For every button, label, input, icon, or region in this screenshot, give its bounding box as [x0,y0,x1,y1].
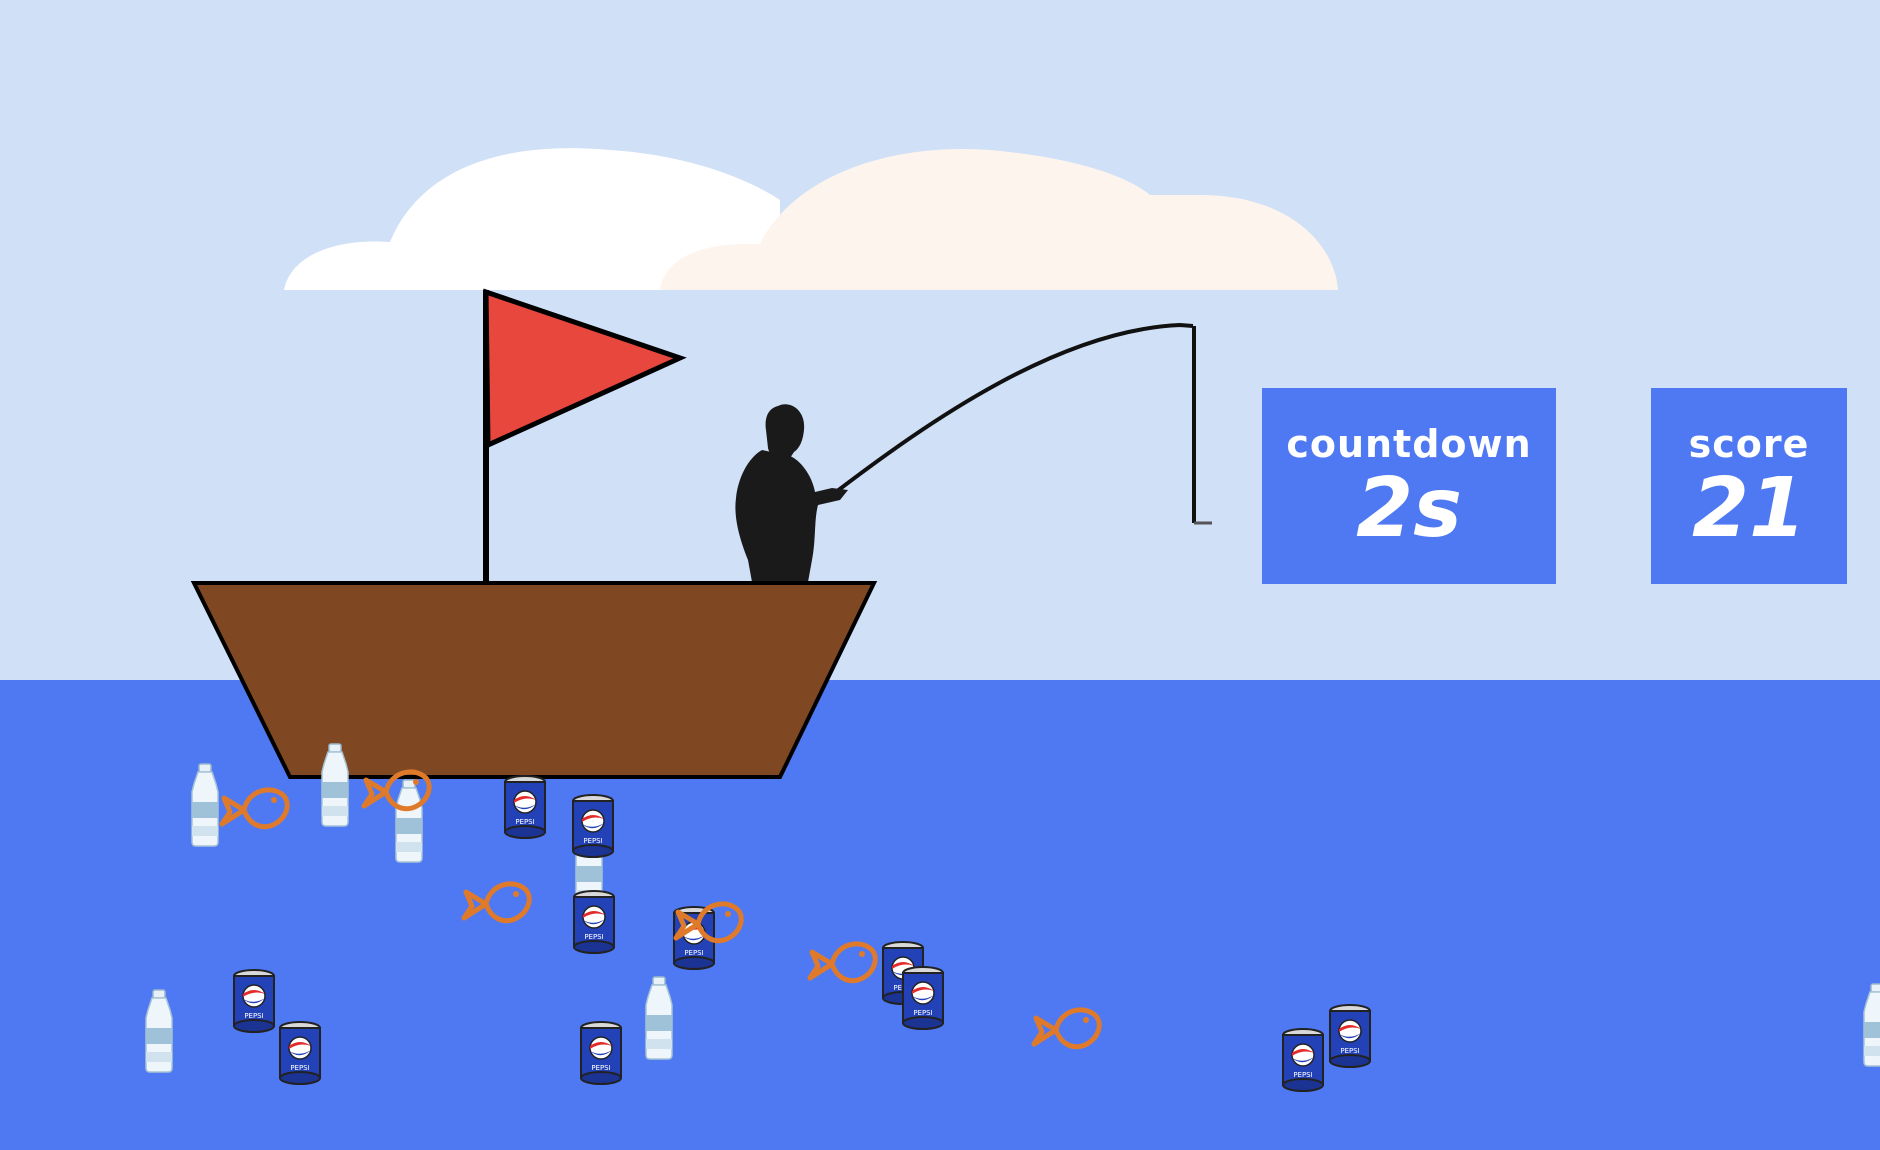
countdown-panel: countdown 2s [1262,388,1556,584]
water-bottle-icon[interactable] [140,988,178,1078]
can-label-text: PEPSI [584,933,603,941]
fish-outline-icon[interactable] [360,760,432,822]
can-label-text: PEPSI [1340,1047,1359,1055]
fish-outline-icon[interactable] [806,932,878,994]
game-scene[interactable]: PEPSI PEPSI PEPSI PEPSI PEPSI PEPSI PEPSI PEPSI… [0,0,1880,1150]
pepsi-can-icon[interactable]: PEPSI [502,774,548,844]
water-bottle-icon[interactable] [1858,982,1880,1072]
can-label-text: PEPSI [290,1064,309,1072]
can-label-text: PEPSI [515,818,534,826]
pepsi-can-icon[interactable]: PEPSI [900,965,946,1035]
pepsi-can-icon[interactable]: PEPSI [1280,1027,1326,1097]
can-label-text: PEPSI [591,1064,610,1072]
pepsi-can-icon[interactable]: PEPSI [578,1020,624,1090]
water-bottle-icon[interactable] [640,975,678,1065]
countdown-label: countdown [1286,422,1532,466]
score-panel: score 21 [1651,388,1847,584]
pepsi-can-icon[interactable]: PEPSI [570,793,616,863]
pepsi-can-icon[interactable]: PEPSI [571,889,617,959]
fish-outline-icon[interactable] [672,892,744,954]
pepsi-can-icon[interactable]: PEPSI [1327,1003,1373,1073]
boat-hull [190,581,878,779]
pepsi-can-icon[interactable]: PEPSI [277,1020,323,1090]
can-label-text: PEPSI [244,1012,263,1020]
score-value: 21 [1691,461,1807,556]
can-label-text: PEPSI [913,1009,932,1017]
fish-outline-icon[interactable] [460,872,532,934]
fish-outline-icon[interactable] [1030,998,1102,1060]
fish-outline-icon[interactable] [218,778,290,840]
can-label-text: PEPSI [1293,1071,1312,1079]
countdown-value: 2s [1356,461,1462,556]
pepsi-can-icon[interactable]: PEPSI [231,968,277,1038]
water-bottle-icon[interactable] [316,742,354,832]
sky [0,0,1880,680]
score-label: score [1688,422,1810,466]
can-label-text: PEPSI [583,837,602,845]
